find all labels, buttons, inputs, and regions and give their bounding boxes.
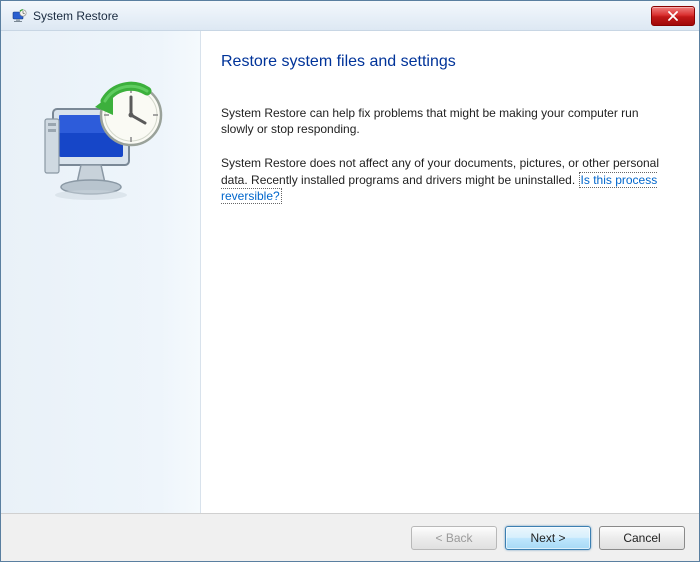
close-icon (667, 11, 679, 21)
intro-paragraph: System Restore can help fix problems tha… (221, 105, 669, 137)
wizard-main-panel: Restore system files and settings System… (201, 31, 699, 513)
wizard-sidebar (1, 31, 201, 513)
content-area: Restore system files and settings System… (1, 31, 699, 513)
wizard-footer: < Back Next > Cancel (1, 513, 699, 561)
titlebar: System Restore (1, 1, 699, 31)
system-restore-icon (11, 8, 27, 24)
system-restore-wizard-window: System Restore (0, 0, 700, 562)
info-paragraph: System Restore does not affect any of yo… (221, 155, 669, 204)
window-title: System Restore (33, 9, 651, 23)
next-button[interactable]: Next > (505, 526, 591, 550)
close-button[interactable] (651, 6, 695, 26)
monitor-clock-restore-icon (31, 71, 171, 211)
page-heading: Restore system files and settings (221, 53, 669, 71)
back-button: < Back (411, 526, 497, 550)
cancel-button[interactable]: Cancel (599, 526, 685, 550)
